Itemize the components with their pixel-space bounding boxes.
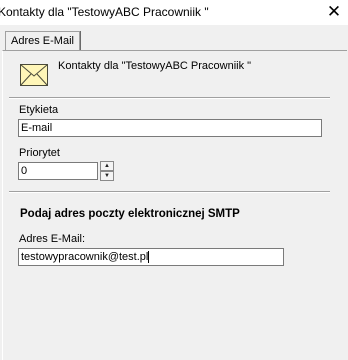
chevron-down-icon: ▼ xyxy=(104,173,110,179)
header-label: Kontakty dla "TestowyABC Pracowniik " xyxy=(58,60,252,72)
separator xyxy=(9,191,330,193)
text-caret xyxy=(148,251,150,264)
etykieta-label: Etykieta xyxy=(19,104,59,116)
stepper-up-button[interactable]: ▲ xyxy=(100,161,114,171)
separator xyxy=(9,97,330,99)
priorytet-field[interactable]: 0 xyxy=(18,162,98,180)
email-address-value: testowypracownik@test.pl xyxy=(21,251,149,263)
title-bar: Kontakty dla "TestowyABC Pracowniik " ✕ xyxy=(0,0,348,25)
email-address-label: Adres E-Mail: xyxy=(19,233,86,245)
envelope-icon xyxy=(20,64,48,86)
priorytet-label: Priorytet xyxy=(19,147,60,159)
window-title: Kontakty dla "TestowyABC Pracowniik " xyxy=(0,5,209,19)
tab-strip: Adres E-Mail xyxy=(0,31,348,51)
tab-adres-email[interactable]: Adres E-Mail xyxy=(5,31,80,51)
priorytet-stepper: ▲ ▼ xyxy=(100,161,114,181)
close-button[interactable]: ✕ xyxy=(322,2,346,22)
chevron-up-icon: ▲ xyxy=(104,163,110,169)
stepper-down-button[interactable]: ▼ xyxy=(100,171,114,181)
smtp-heading: Podaj adres poczty elektronicznej SMTP xyxy=(20,208,240,220)
email-address-field[interactable]: testowypracownik@test.pl xyxy=(18,248,284,266)
etykieta-field[interactable]: E-mail xyxy=(18,119,322,137)
close-icon: ✕ xyxy=(326,2,342,21)
